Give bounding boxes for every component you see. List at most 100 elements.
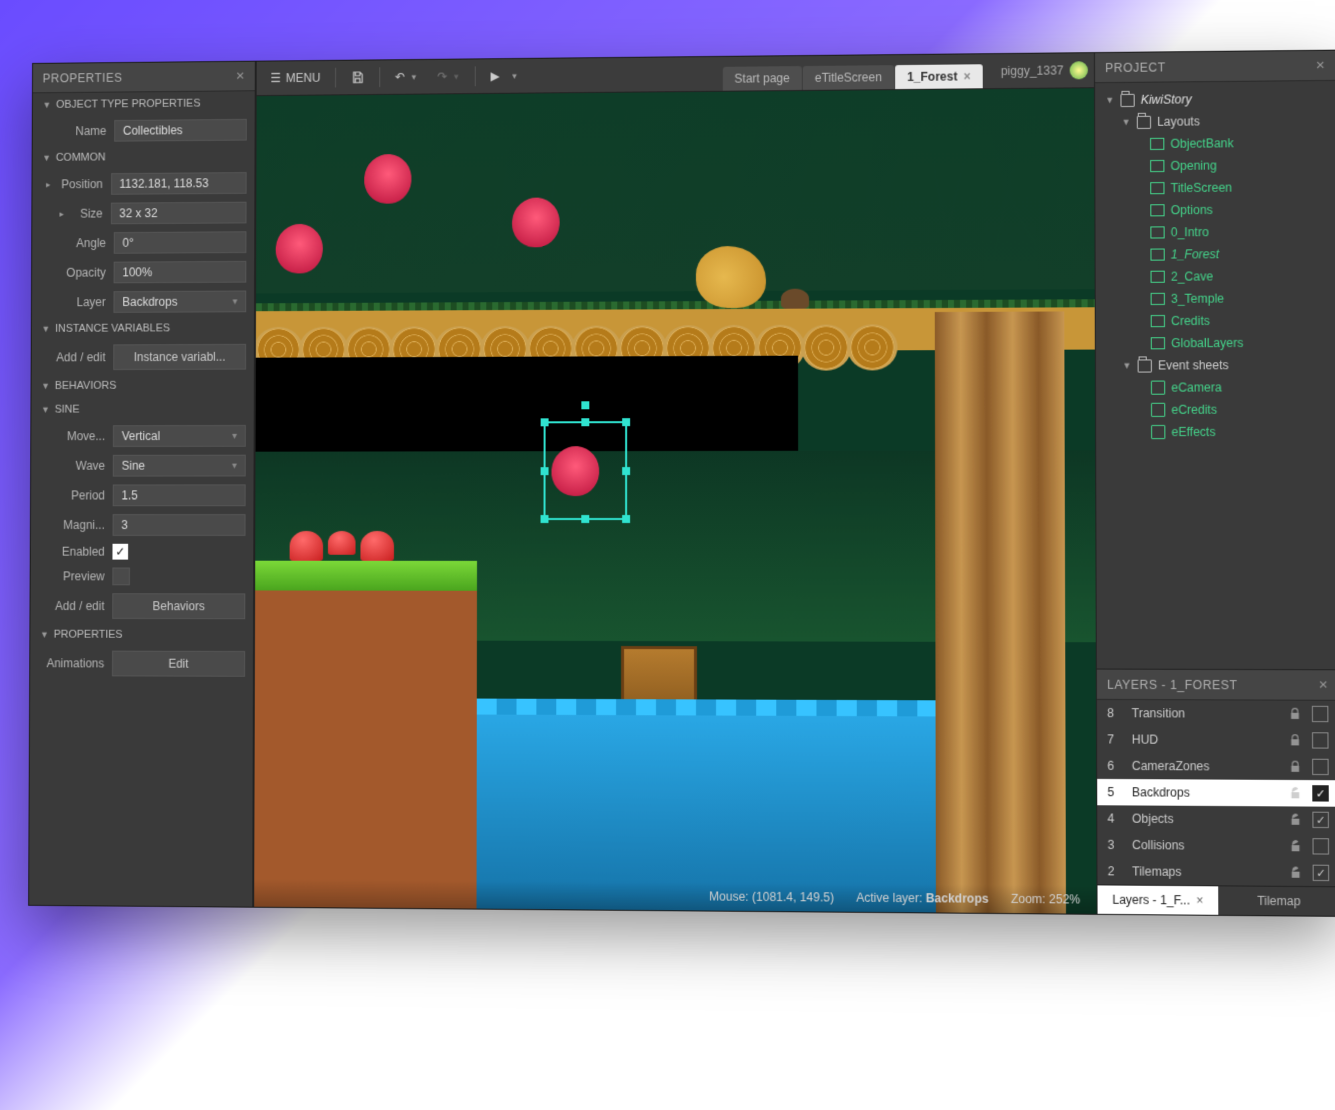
preview-checkbox[interactable] (112, 568, 130, 586)
size-input[interactable]: 32 x 32 (110, 202, 246, 225)
close-icon[interactable]: × (1319, 676, 1329, 693)
layer-row[interactable]: 3Collisions (1097, 832, 1335, 860)
tree-layout-item[interactable]: ObjectBank (1099, 131, 1332, 155)
tree-folder-events[interactable]: ▼Event sheets (1100, 354, 1333, 377)
lock-icon[interactable] (1289, 786, 1302, 800)
undo-button[interactable]: ↶▼ (387, 66, 425, 88)
save-button[interactable] (343, 66, 373, 88)
name-input[interactable]: Collectibles (114, 119, 247, 142)
close-icon[interactable]: × (236, 68, 245, 85)
beetle-sprite[interactable] (276, 224, 323, 274)
tree-layout-item[interactable]: TitleScreen (1099, 176, 1332, 200)
section-common[interactable]: ▼COMMON (33, 144, 255, 169)
lock-icon[interactable] (1289, 839, 1302, 853)
layout-icon (1151, 292, 1165, 306)
tree-layout-item[interactable]: 1_Forest (1100, 242, 1333, 266)
folder-icon (1138, 358, 1152, 372)
beetle-sprite[interactable] (512, 197, 560, 247)
instance-vars-button[interactable]: Instance variabl... (113, 344, 246, 370)
enabled-checkbox[interactable]: ✓ (112, 544, 128, 560)
lock-icon[interactable] (1289, 865, 1302, 879)
layers-panel: LAYERS - 1_FOREST × 8Transition7HUD6Came… (1097, 669, 1335, 916)
magni-label: Magni... (44, 518, 104, 532)
layer-row[interactable]: 7HUD (1097, 726, 1335, 754)
layer-name: CameraZones (1132, 759, 1278, 774)
visibility-checkbox[interactable] (1312, 812, 1329, 828)
tab-start-page[interactable]: Start page (722, 66, 801, 91)
project-header: PROJECT × (1095, 51, 1335, 84)
edit-animations-button[interactable]: Edit (112, 651, 245, 677)
layer-name: Backdrops (1132, 785, 1279, 800)
period-input[interactable]: 1.5 (113, 484, 246, 506)
layers-tab-layers[interactable]: Layers - 1_F...× (1098, 885, 1219, 914)
selection-box[interactable] (544, 421, 628, 520)
chevron-right-icon: ▸ (59, 208, 63, 219)
wave-select[interactable]: Sine (113, 455, 246, 477)
user-info[interactable]: piggy_1337 (1001, 61, 1088, 80)
position-input[interactable]: 1132.181, 118.53 (111, 172, 247, 195)
close-icon[interactable]: × (1316, 57, 1326, 74)
tree-layout-item[interactable]: 2_Cave (1100, 265, 1333, 288)
visibility-checkbox[interactable] (1312, 838, 1329, 854)
tree-eventsheet-item[interactable]: eCredits (1100, 398, 1333, 421)
tree-eventsheet-item[interactable]: eEffects (1100, 421, 1333, 444)
play-button[interactable]: ▶▼ (483, 65, 527, 87)
visibility-checkbox[interactable] (1312, 785, 1329, 801)
tree-layout-item[interactable]: 0_Intro (1100, 220, 1333, 244)
redo-button[interactable]: ↷▼ (429, 65, 467, 87)
chevron-down-icon: ▼ (452, 72, 460, 81)
tree-item-label: eEffects (1171, 425, 1215, 439)
tree-root[interactable]: ▼KiwiStory (1099, 87, 1332, 111)
lock-icon[interactable] (1289, 813, 1302, 827)
visibility-checkbox[interactable] (1312, 732, 1329, 748)
layer-label: Layer (45, 295, 105, 309)
section-properties2[interactable]: ▼PROPERTIES (30, 623, 253, 647)
layer-row[interactable]: 5Backdrops (1097, 779, 1335, 807)
tree-layout-item[interactable]: Credits (1100, 309, 1333, 332)
layer-name: Tilemaps (1132, 864, 1279, 879)
opacity-input[interactable]: 100% (114, 261, 247, 283)
close-icon[interactable]: × (1196, 893, 1203, 907)
layout-canvas[interactable]: Mouse: (1081.4, 149.5) Active layer: Bac… (254, 88, 1096, 914)
move-select[interactable]: Vertical (113, 425, 246, 447)
tree-layout-item[interactable]: Opening (1099, 154, 1332, 178)
tree-layout-item[interactable]: 3_Temple (1100, 287, 1333, 310)
visibility-checkbox[interactable] (1313, 865, 1330, 881)
tab-1-forest[interactable]: 1_Forest× (895, 64, 983, 89)
menu-button[interactable]: ☰MENU (263, 67, 329, 89)
layout-icon (1150, 181, 1164, 195)
tree-folder-layouts[interactable]: ▼Layouts (1099, 109, 1332, 133)
properties-panel: PROPERTIES × ▼OBJECT TYPE PROPERTIES Nam… (29, 62, 256, 907)
section-behaviors[interactable]: ▼BEHAVIORS (31, 374, 253, 398)
layer-row[interactable]: 2Tilemaps (1097, 858, 1335, 886)
layer-row[interactable]: 6 CameraZones (1097, 753, 1335, 781)
close-icon[interactable]: × (963, 69, 970, 83)
section-object-type[interactable]: ▼OBJECT TYPE PROPERTIES (33, 91, 255, 117)
behaviors-button[interactable]: Behaviors (112, 593, 245, 619)
lock-icon[interactable] (1288, 733, 1301, 747)
layers-tab-tilemap[interactable]: Tilemap (1218, 886, 1335, 916)
project-tree: ▼KiwiStory ▼Layouts ObjectBankOpeningTit… (1095, 81, 1335, 669)
layer-row[interactable]: 4Objects (1097, 805, 1335, 833)
move-label: Move... (45, 429, 105, 443)
layer-row[interactable]: 8Transition (1097, 700, 1335, 727)
tree-eventsheet-item[interactable]: eCamera (1100, 376, 1333, 399)
layer-number: 6 (1107, 759, 1121, 773)
magni-input[interactable]: 3 (113, 514, 246, 536)
section-instance-vars[interactable]: ▼INSTANCE VARIABLES (32, 316, 254, 341)
section-sine[interactable]: ▼SINE (31, 397, 253, 421)
tree-layout-item[interactable]: GlobalLayers (1100, 331, 1333, 354)
enabled-label: Enabled (44, 545, 104, 559)
lock-icon[interactable] (1288, 707, 1301, 721)
angle-input[interactable]: 0° (114, 231, 247, 254)
lock-icon[interactable] (1288, 760, 1301, 774)
addedit-label: Add / edit (45, 350, 105, 364)
layer-number: 3 (1108, 838, 1122, 852)
separator (335, 68, 336, 88)
layer-select[interactable]: Backdrops (113, 291, 246, 313)
tab-etitlescreen[interactable]: eTitleScreen (803, 65, 894, 90)
tree-layout-item[interactable]: Options (1099, 198, 1332, 222)
beetle-sprite[interactable] (364, 154, 411, 204)
visibility-checkbox[interactable] (1312, 706, 1329, 722)
visibility-checkbox[interactable] (1312, 759, 1329, 775)
